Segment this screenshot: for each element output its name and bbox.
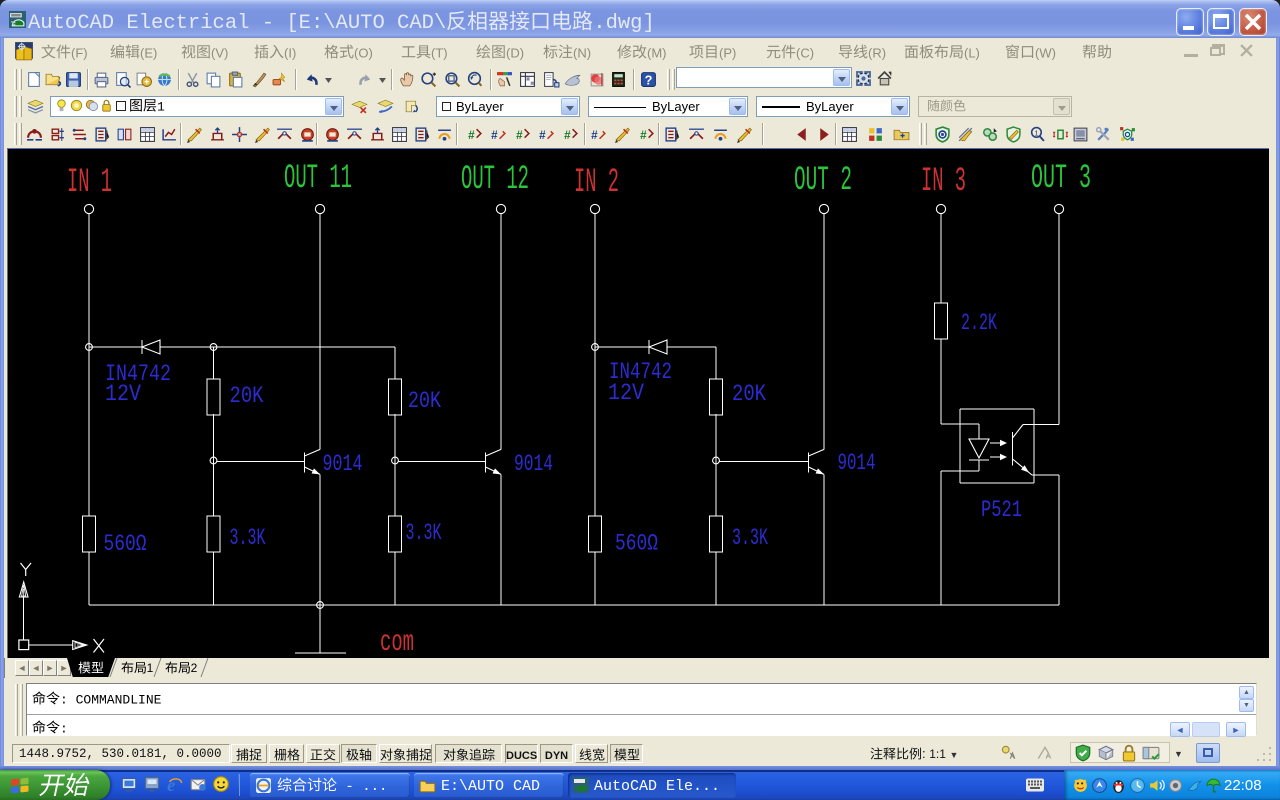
svg-text:12V: 12V <box>608 380 644 406</box>
svg-text:IN 1: IN 1 <box>67 164 112 202</box>
svg-text:20K: 20K <box>408 388 441 414</box>
svg-text:20K: 20K <box>230 383 264 409</box>
svg-text:#: # <box>591 129 598 142</box>
svg-text:20K: 20K <box>732 381 766 407</box>
svg-text:OUT 11: OUT 11 <box>284 160 352 198</box>
svg-text:OUT 12: OUT 12 <box>461 161 529 199</box>
svg-text:OUT 3: OUT 3 <box>1031 160 1091 198</box>
svg-text:560Ω: 560Ω <box>615 531 658 557</box>
svg-text:IN 3: IN 3 <box>921 163 966 201</box>
svg-text:1: 1 <box>1034 129 1038 138</box>
svg-text:9014: 9014 <box>838 450 876 476</box>
svg-text:IN 2: IN 2 <box>574 164 619 202</box>
svg-text:3.3K: 3.3K <box>230 525 266 551</box>
svg-text:3.3K: 3.3K <box>732 525 768 551</box>
svg-text:#: # <box>468 129 475 142</box>
svg-text:560Ω: 560Ω <box>104 531 147 557</box>
svg-text:12V: 12V <box>105 381 141 407</box>
svg-text:#: # <box>516 129 523 142</box>
svg-text:#: # <box>539 129 546 142</box>
svg-text:OUT 2: OUT 2 <box>794 162 852 200</box>
svg-text:e: e <box>167 775 175 793</box>
svg-text:#: # <box>564 129 571 142</box>
svg-text:com: com <box>380 626 414 659</box>
svg-text:3.3K: 3.3K <box>406 520 442 546</box>
svg-text:2.2K: 2.2K <box>961 310 997 336</box>
svg-text:?: ? <box>645 72 653 87</box>
svg-text:9014: 9014 <box>514 451 553 477</box>
svg-text:P521: P521 <box>981 497 1022 523</box>
svg-text:#: # <box>491 129 498 142</box>
svg-text:9014: 9014 <box>323 451 363 477</box>
svg-text:#: # <box>640 129 647 142</box>
